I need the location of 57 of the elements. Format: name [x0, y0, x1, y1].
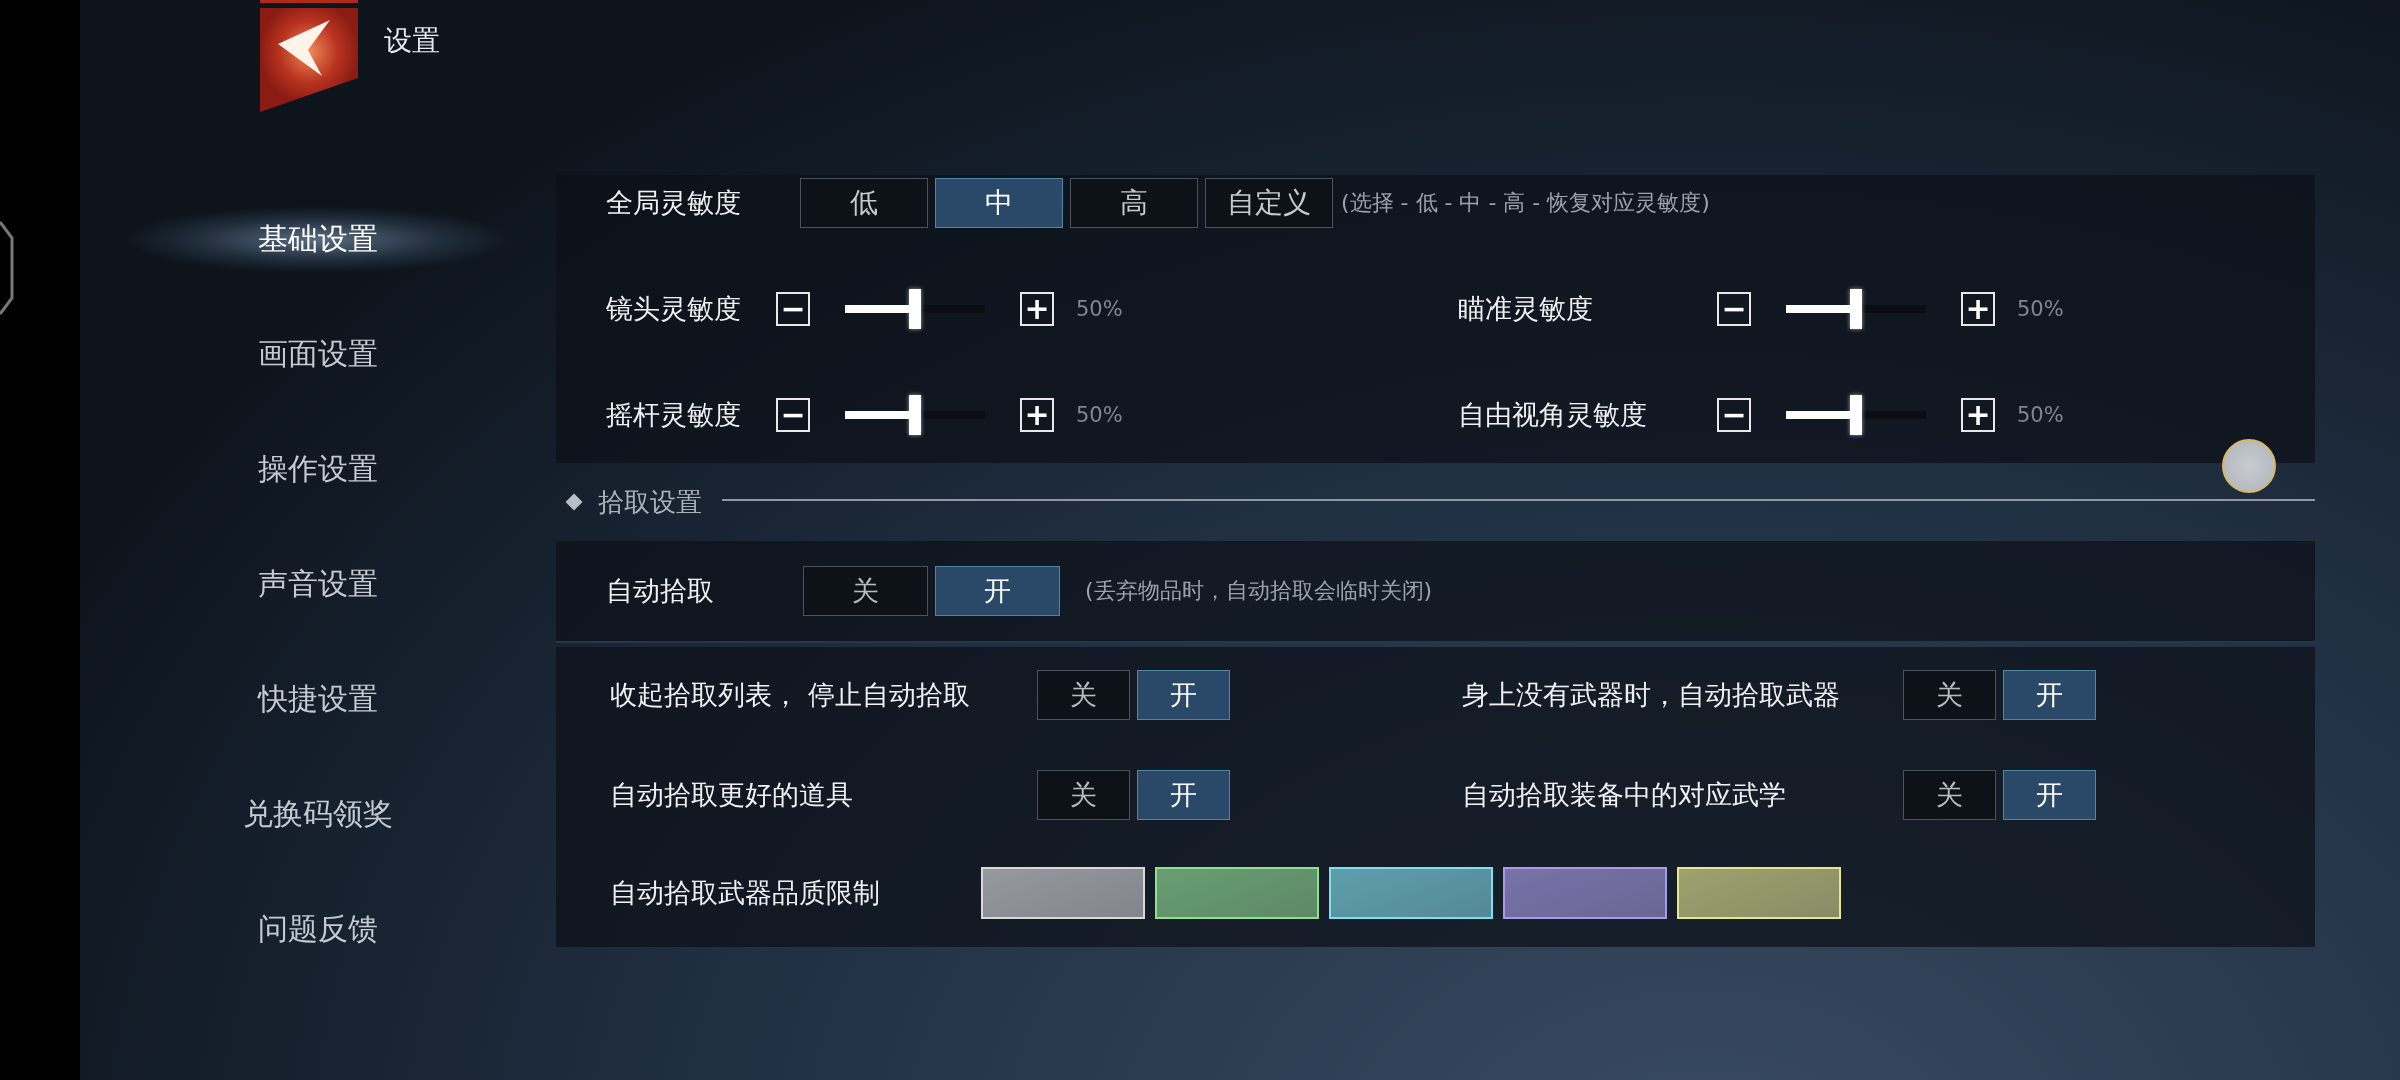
- quality-swatch[interactable]: [1155, 867, 1319, 919]
- slider-value: 50%: [1076, 297, 1123, 321]
- hint-text: (丢弃物品时，自动拾取会临时关闭): [1085, 577, 1433, 605]
- slider-thumb[interactable]: [909, 395, 921, 435]
- setting-label: 收起拾取列表， 停止自动拾取: [610, 678, 971, 712]
- minus-button[interactable]: −: [776, 292, 810, 326]
- setting-label: 自动拾取装备中的对应武学: [1462, 778, 1787, 812]
- slider-value: 50%: [2017, 403, 2064, 427]
- sensitivity-option[interactable]: 高: [1070, 178, 1198, 228]
- quality-swatch[interactable]: [1503, 867, 1667, 919]
- on-option[interactable]: 开: [1137, 670, 1230, 720]
- setting-label: 身上没有武器时，自动拾取武器: [1462, 678, 1841, 712]
- setting-label: 全局灵敏度: [606, 186, 742, 220]
- slider-label: 自由视角灵敏度: [1458, 398, 1648, 432]
- slider-value: 50%: [1076, 403, 1123, 427]
- on-option[interactable]: 开: [1137, 770, 1230, 820]
- minus-button[interactable]: −: [1717, 398, 1751, 432]
- off-option[interactable]: 关: [803, 566, 928, 616]
- off-option[interactable]: 关: [1903, 670, 1996, 720]
- sensitivity-option[interactable]: 自定义: [1205, 178, 1333, 228]
- off-option[interactable]: 关: [1037, 770, 1130, 820]
- sidebar-item[interactable]: 画面设置: [198, 330, 438, 379]
- slider-value: 50%: [2017, 297, 2064, 321]
- off-option[interactable]: 关: [1903, 770, 1996, 820]
- minus-button[interactable]: −: [776, 398, 810, 432]
- sidebar-item[interactable]: 兑换码领奖: [183, 790, 453, 839]
- off-option[interactable]: 关: [1037, 670, 1130, 720]
- on-option[interactable]: 开: [935, 566, 1060, 616]
- plus-button[interactable]: +: [1020, 398, 1054, 432]
- sidebar-item[interactable]: 声音设置: [198, 560, 438, 609]
- slider-label: 摇杆灵敏度: [606, 398, 742, 432]
- back-button[interactable]: [260, 0, 360, 112]
- slider-label: 镜头灵敏度: [606, 292, 742, 326]
- quality-swatch[interactable]: [981, 867, 1145, 919]
- on-option[interactable]: 开: [2003, 670, 2096, 720]
- sidebar-item[interactable]: 操作设置: [198, 445, 438, 494]
- floating-button[interactable]: [2222, 439, 2276, 493]
- setting-label: 自动拾取更好的道具: [610, 778, 854, 812]
- sidebar-item[interactable]: 问题反馈: [198, 905, 438, 954]
- slider-thumb[interactable]: [909, 289, 921, 329]
- quality-swatch[interactable]: [1329, 867, 1493, 919]
- page-title: 设置: [384, 23, 440, 59]
- hint-text: (选择 - 低 - 中 - 高 - 恢复对应灵敏度): [1341, 189, 1710, 217]
- minus-button[interactable]: −: [1717, 292, 1751, 326]
- plus-button[interactable]: +: [1961, 292, 1995, 326]
- on-option[interactable]: 开: [2003, 770, 2096, 820]
- sensitivity-option[interactable]: 低: [800, 178, 928, 228]
- section-title: 拾取设置: [598, 485, 702, 519]
- setting-label: 自动拾取: [606, 574, 715, 608]
- plus-button[interactable]: +: [1020, 292, 1054, 326]
- slider-label: 瞄准灵敏度: [1458, 292, 1594, 326]
- sidebar-item[interactable]: 快捷设置: [198, 675, 438, 724]
- sensitivity-option[interactable]: 中: [935, 178, 1063, 228]
- slider-thumb[interactable]: [1850, 395, 1862, 435]
- slider-thumb[interactable]: [1850, 289, 1862, 329]
- setting-label: 自动拾取武器品质限制: [610, 876, 881, 910]
- plus-button[interactable]: +: [1961, 398, 1995, 432]
